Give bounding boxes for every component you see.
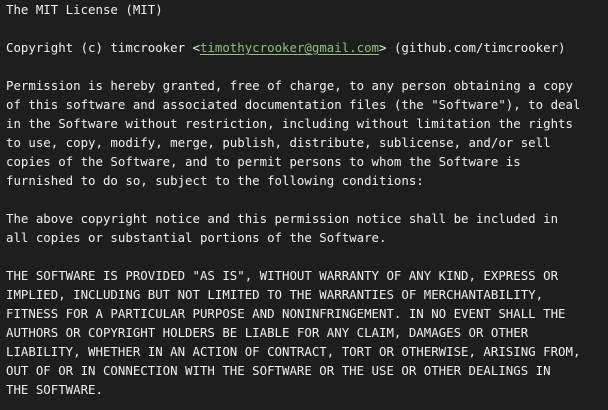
permission-line: to use, copy, modify, merge, publish, di… — [6, 135, 551, 150]
warranty-line: LIABILITY, WHETHER IN AN ACTION OF CONTR… — [6, 344, 581, 359]
warranty-line: OUT OF OR IN CONNECTION WITH THE SOFTWAR… — [6, 363, 551, 378]
permission-line: copies of the Software, and to permit pe… — [6, 154, 521, 169]
warranty-line: IMPLIED, INCLUDING BUT NOT LIMITED TO TH… — [6, 287, 544, 302]
email-open-bracket: < — [192, 40, 200, 55]
warranty-line: THE SOFTWARE. — [6, 382, 103, 397]
warranty-line: AUTHORS OR COPYRIGHT HOLDERS BE LIABLE F… — [6, 325, 529, 340]
permission-line: furnished to do so, subject to the follo… — [6, 173, 424, 188]
warranty-line: THE SOFTWARE IS PROVIDED "AS IS", WITHOU… — [6, 268, 559, 283]
license-title: The MIT License (MIT) — [6, 2, 163, 17]
warranty-line: FITNESS FOR A PARTICULAR PURPOSE AND NON… — [6, 306, 566, 321]
notice-line: The above copyright notice and this perm… — [6, 211, 559, 226]
email-link[interactable]: timothycrooker@gmail.com — [200, 40, 379, 55]
license-text-viewer: The MIT License (MIT) Copyright (c) timc… — [0, 0, 608, 410]
permission-line: in the Software without restriction, inc… — [6, 116, 573, 131]
copyright-line: Copyright (c) timcrooker <timothycrooker… — [6, 38, 608, 57]
permission-line: Permission is hereby granted, free of ch… — [6, 78, 573, 93]
notice-line: all copies or substantial portions of th… — [6, 230, 387, 245]
permission-line: of this software and associated document… — [6, 97, 581, 112]
copyright-prefix: Copyright (c) timcrooker — [6, 40, 193, 55]
copyright-suffix: (github.com/timcrooker) — [386, 40, 566, 55]
